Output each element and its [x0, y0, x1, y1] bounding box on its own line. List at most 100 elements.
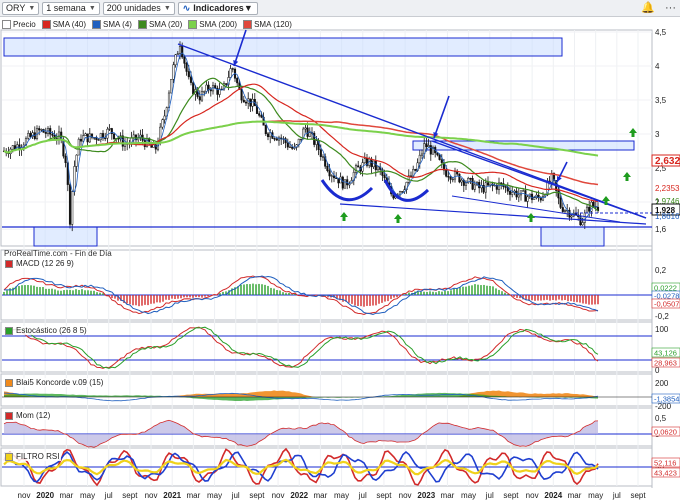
- candle-body: [563, 210, 567, 212]
- panel-title-label: MACD (12 26 9): [16, 259, 74, 268]
- candle-body: [225, 83, 228, 85]
- bell-icon[interactable]: 🔔: [641, 1, 655, 14]
- time-axis-label: mar: [186, 491, 200, 500]
- panel-title-rsi[interactable]: FILTRO RSI: [3, 452, 62, 461]
- annotation-arrow: [433, 95, 450, 139]
- candle-body: [108, 128, 111, 130]
- indicator-panel-frame: [0, 407, 653, 447]
- candle-body: [51, 133, 54, 136]
- panel-title-macd[interactable]: MACD (12 26 9): [3, 259, 76, 268]
- macd-signal-line: [3, 275, 599, 316]
- candle-body: [590, 201, 593, 212]
- candle-body: [220, 88, 223, 91]
- indicator-badge-box: [651, 290, 680, 301]
- candle-body: [324, 156, 327, 167]
- candle-body: [502, 183, 505, 187]
- candle-body: [187, 71, 190, 78]
- candle-body: [29, 133, 32, 137]
- legend-item[interactable]: SMA (200): [188, 19, 237, 29]
- ticker-select[interactable]: ORY ▼: [2, 1, 40, 15]
- price-axis-tick: 4,5: [655, 28, 667, 37]
- indicator-axis-tick: 0,5: [655, 414, 667, 423]
- candle-body: [310, 132, 314, 134]
- candle-body: [49, 128, 52, 135]
- candle-body: [152, 144, 155, 148]
- time-axis-label: sept: [122, 491, 138, 500]
- candle-body: [123, 143, 127, 147]
- time-axis-label: may: [80, 491, 95, 500]
- time-axis-label: mar: [59, 491, 73, 500]
- candle-body: [315, 140, 318, 145]
- candle-body: [396, 194, 399, 196]
- candle-body: [282, 138, 285, 140]
- legend-label: SMA (20): [148, 19, 183, 29]
- candle-body: [132, 134, 135, 139]
- price-badge: 2,2353: [655, 184, 680, 193]
- candle-body: [299, 138, 303, 141]
- time-axis-label: sept: [376, 491, 392, 500]
- candle-body: [335, 177, 338, 179]
- candle-body: [453, 171, 457, 180]
- candle-body: [374, 160, 377, 171]
- indicator-axis-tick: -0,2: [655, 312, 669, 321]
- candle-body: [57, 131, 61, 140]
- candle-body: [409, 175, 413, 177]
- candle-body: [544, 194, 547, 197]
- menu-icon[interactable]: ···: [665, 2, 676, 14]
- candle-body: [262, 116, 265, 126]
- candle-body: [66, 162, 69, 185]
- candle-body: [495, 184, 498, 190]
- units-select[interactable]: 200 unidades ▼: [102, 1, 175, 15]
- candle-body: [385, 177, 388, 184]
- time-axis-label: mar: [441, 491, 455, 500]
- price-axis-tick: 3: [655, 130, 660, 139]
- sma-20-line: [3, 77, 599, 212]
- rsi-blue-line: [3, 450, 599, 483]
- legend-label: SMA (4): [103, 19, 132, 29]
- candle-body: [93, 137, 96, 139]
- indicators-button[interactable]: ∿ Indicadores ▼: [177, 1, 258, 15]
- panel-title-blai5[interactable]: Blai5 Koncorde v.09 (15): [3, 378, 106, 387]
- koncorde-orange-area: [4, 390, 598, 397]
- candle-body: [126, 143, 129, 145]
- candle-body: [568, 209, 571, 218]
- lower-trendline: [339, 203, 647, 225]
- candle-body: [134, 134, 138, 141]
- indicator-badge: -0,0507: [654, 300, 679, 309]
- candle-body: [260, 115, 263, 118]
- candle-body: [119, 135, 122, 140]
- candle-body: [5, 150, 8, 154]
- candle-body: [218, 88, 221, 95]
- momentum-line: [3, 419, 599, 448]
- candle-body: [533, 197, 536, 200]
- candle-body: [62, 139, 65, 157]
- legend-item[interactable]: SMA (120): [243, 19, 292, 29]
- legend-item[interactable]: SMA (20): [137, 19, 183, 29]
- indicator-badge-box: [651, 393, 680, 404]
- candle-body: [189, 76, 193, 83]
- momentum-area: [4, 420, 598, 448]
- legend-item[interactable]: SMA (4): [92, 19, 132, 29]
- candle-body: [398, 191, 402, 196]
- candle-body: [273, 138, 276, 140]
- legend-item[interactable]: SMA (40): [41, 19, 86, 29]
- arrow-head-icon: [233, 60, 239, 66]
- chart-toolbar: ORY ▼ 1 semana ▼ 200 unidades ▼ ∿ Indica…: [0, 0, 680, 17]
- candle-body: [115, 138, 118, 140]
- time-axis-label: nov: [272, 491, 285, 500]
- candle-body: [337, 177, 340, 184]
- panel-title-stochastic[interactable]: Estocástico (26 8 5): [3, 326, 89, 335]
- legend-item[interactable]: Precio: [2, 19, 36, 29]
- candle-body: [486, 182, 490, 186]
- time-axis-label: 2023: [417, 491, 435, 500]
- indicator-badge: 28,963: [654, 359, 677, 368]
- candle-body: [407, 175, 410, 183]
- indicator-legend: Precio SMA (40) SMA (4) SMA (20) SMA (20…: [2, 18, 292, 30]
- panel-title-mom[interactable]: Mom (12): [3, 411, 53, 420]
- candle-body: [594, 206, 597, 208]
- candle-body: [361, 162, 364, 172]
- candle-body: [211, 85, 215, 92]
- candle-body: [165, 107, 168, 117]
- period-select[interactable]: 1 semana ▼: [42, 1, 100, 15]
- price-badge: 1,8616: [655, 212, 680, 221]
